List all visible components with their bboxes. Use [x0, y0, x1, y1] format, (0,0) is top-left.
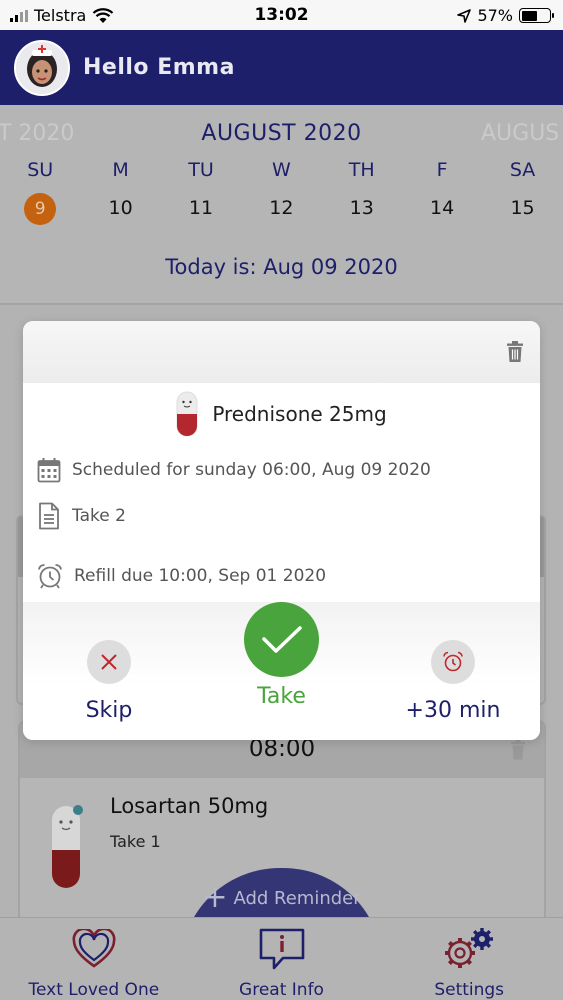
schedule-line: Scheduled for sunday 06:00, Aug 09 2020 [37, 457, 431, 483]
document-icon [39, 502, 59, 530]
medication-name: Prednisone 25mg [212, 402, 387, 426]
trash-icon[interactable] [506, 341, 524, 362]
week-calendar: T 2020 AUGUST 2020 AUGUS SU 9 M 10 TU 11… [0, 105, 563, 305]
refill-text: Refill due 10:00, Sep 01 2020 [74, 566, 327, 586]
day-tuesday[interactable]: TU 11 [161, 159, 241, 225]
nav-settings[interactable]: Settings [375, 918, 563, 1000]
heart-icon [72, 929, 116, 968]
nav-great-info[interactable]: Great Info [188, 918, 376, 1000]
snooze-label: +30 min [405, 698, 501, 723]
dose-line: Take 2 [37, 502, 126, 530]
day-label: SA [509, 159, 536, 181]
gear-icon [445, 928, 494, 968]
nav-label: Settings [434, 980, 505, 1000]
nav-text-loved-one[interactable]: Text Loved One [0, 918, 188, 1000]
snooze-button[interactable]: +30 min [397, 640, 509, 723]
status-bar: Telstra 13:02 57% [0, 0, 563, 30]
reminder-dose: Take 1 [110, 832, 161, 851]
day-date[interactable]: 13 [322, 191, 402, 225]
checkmark-icon [261, 625, 302, 653]
day-wednesday[interactable]: W 12 [241, 159, 321, 225]
nav-label: Text Loved One [28, 980, 160, 1000]
take-circle[interactable] [244, 602, 319, 677]
pill-icon [176, 391, 198, 437]
bottom-navigation: Text Loved One Great Info Settings [0, 917, 563, 1000]
day-date[interactable]: 14 [402, 191, 482, 225]
trash-icon[interactable] [510, 740, 526, 760]
battery-icon [519, 8, 554, 23]
dose-modal: Prednisone 25mg Scheduled for sunday 06:… [23, 321, 540, 740]
day-date[interactable]: 10 [80, 191, 160, 225]
alarm-clock-icon [38, 564, 62, 589]
battery-level [521, 10, 537, 21]
take-label: Take [257, 684, 306, 709]
dose-actions: Skip Take +30 min [23, 602, 540, 740]
day-label: W [271, 159, 291, 181]
day-thursday[interactable]: TH 13 [322, 159, 402, 225]
skip-button[interactable]: Skip [63, 640, 155, 723]
today-label: Today is: Aug 09 2020 [165, 255, 398, 279]
day-date-selected[interactable]: 9 [0, 191, 80, 225]
medication-row: Prednisone 25mg [23, 391, 540, 437]
calendar-icon [37, 458, 61, 483]
day-date[interactable]: 15 [482, 191, 562, 225]
day-label: SU [27, 159, 54, 181]
plus-icon: + [202, 880, 228, 915]
take-button[interactable]: Take [223, 602, 340, 709]
add-reminder-label: Add Reminder [233, 887, 361, 909]
day-label: M [112, 159, 129, 181]
alarm-clock-icon [443, 651, 463, 672]
add-reminder-button[interactable]: + Add Reminder [180, 880, 383, 915]
nav-label: Great Info [239, 980, 324, 1000]
reminder-medication-name: Losartan 50mg [110, 794, 269, 818]
day-date: 9 [24, 193, 57, 225]
pill-icon [52, 805, 83, 888]
month-carousel[interactable]: T 2020 AUGUST 2020 AUGUS [0, 121, 563, 151]
day-label: F [436, 159, 448, 181]
next-month-label[interactable]: AUGUS [481, 121, 559, 146]
day-sunday[interactable]: SU 9 [0, 159, 80, 225]
day-label: TU [188, 159, 214, 181]
greeting-text: Hello Emma [83, 55, 235, 80]
close-icon [101, 654, 117, 670]
day-date[interactable]: 11 [161, 191, 241, 225]
day-date[interactable]: 12 [241, 191, 321, 225]
nurse-avatar-icon [16, 41, 68, 94]
day-label: TH [348, 159, 375, 181]
day-monday[interactable]: M 10 [80, 159, 160, 225]
avatar[interactable] [14, 39, 70, 96]
day-saturday[interactable]: SA 15 [482, 159, 562, 225]
battery-percent: 57% [477, 6, 513, 25]
refill-line: Refill due 10:00, Sep 01 2020 [37, 563, 326, 589]
modal-header [23, 321, 540, 383]
skip-label: Skip [85, 698, 133, 723]
info-chat-icon [259, 928, 304, 970]
app-header: Hello Emma [0, 30, 563, 105]
day-friday[interactable]: F 14 [402, 159, 482, 225]
current-month-label: AUGUST 2020 [201, 121, 362, 146]
snooze-circle[interactable] [431, 640, 475, 684]
location-arrow-icon [457, 8, 472, 23]
dose-text: Take 2 [72, 506, 126, 526]
week-days-row: SU 9 M 10 TU 11 W 12 TH 13 F 14 SA 15 [0, 159, 563, 225]
schedule-text: Scheduled for sunday 06:00, Aug 09 2020 [72, 460, 431, 480]
skip-circle[interactable] [87, 640, 131, 684]
